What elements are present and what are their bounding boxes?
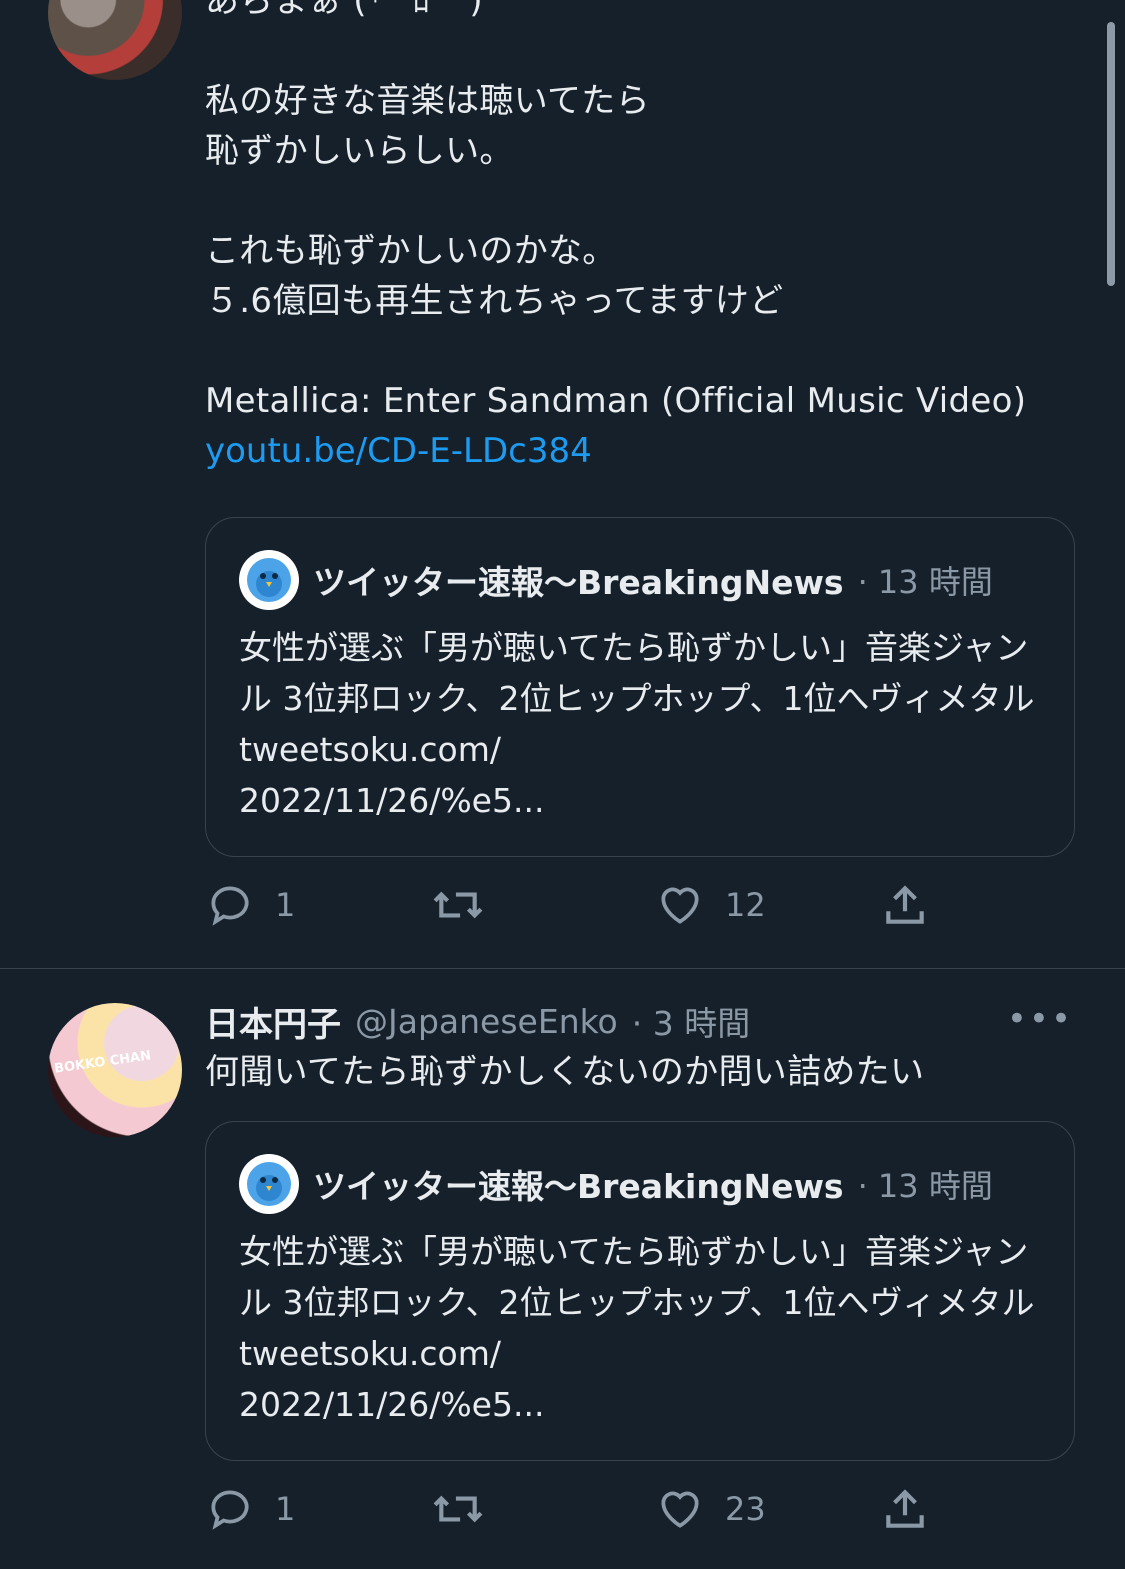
tweet-actions: 1 12 xyxy=(205,875,965,935)
quoted-author-name: ツイッター速報〜BreakingNews xyxy=(313,563,844,602)
reply-button[interactable]: 1 xyxy=(205,875,430,935)
quoted-author-name: ツイッター速報〜BreakingNews xyxy=(313,1167,844,1206)
retweet-icon xyxy=(433,1495,483,1523)
tweet-header: 日本円子 @JapaneseEnko · 3 時間 xyxy=(205,997,1075,1046)
avatar[interactable] xyxy=(48,0,182,80)
share-icon xyxy=(886,885,924,924)
retweet-button[interactable] xyxy=(430,1479,655,1539)
tweet-time: · 3 時間 xyxy=(631,1004,751,1043)
share-button[interactable] xyxy=(880,875,940,935)
tweet-text: あらまぁ (*´ ﾛ ` ) 私の好きな音楽は聴いてたら 恥ずかしいらしい。 こ… xyxy=(205,0,1027,421)
retweet-button[interactable] xyxy=(430,875,655,935)
reply-icon xyxy=(211,886,249,926)
bird-icon xyxy=(239,550,299,610)
tweet-text: 何聞いてたら恥ずかしくないのか問い詰めたい xyxy=(205,1052,925,1092)
author-name[interactable]: 日本円子 xyxy=(205,997,341,1046)
retweet-icon xyxy=(433,891,483,919)
scrollbar[interactable] xyxy=(1107,22,1115,286)
quoted-tweet[interactable]: ツイッター速報〜BreakingNews · 13 時間 女性が選ぶ「男が聴いて… xyxy=(205,517,1075,857)
like-icon xyxy=(661,887,699,924)
share-button[interactable] xyxy=(880,1479,940,1539)
quoted-time: · 13 時間 xyxy=(857,1167,993,1205)
tweet-actions: 1 23 xyxy=(205,1479,965,1539)
more-icon[interactable]: ••• xyxy=(1007,999,1073,1039)
like-count: 12 xyxy=(725,886,766,924)
like-button[interactable]: 23 xyxy=(655,1479,880,1539)
quoted-time: · 13 時間 xyxy=(857,563,993,601)
tweet-link[interactable]: youtu.be/CD-E-LDc384 xyxy=(205,426,1075,476)
author-handle[interactable]: @JapaneseEnko xyxy=(355,1002,618,1041)
tweet-body: あらまぁ (*´ ﾛ ` ) 私の好きな音楽は聴いてたら 恥ずかしいらしい。 こ… xyxy=(205,0,1075,476)
avatar[interactable]: BOKKO CHAN xyxy=(48,1003,182,1137)
tweet-body: 何聞いてたら恥ずかしくないのか問い詰めたい xyxy=(205,1047,1075,1097)
like-button[interactable]: 12 xyxy=(655,875,880,935)
quoted-tweet[interactable]: ツイッター速報〜BreakingNews · 13 時間 女性が選ぶ「男が聴いて… xyxy=(205,1121,1075,1461)
tweet-1[interactable]: あらまぁ (*´ ﾛ ` ) 私の好きな音楽は聴いてたら 恥ずかしいらしい。 こ… xyxy=(0,0,1125,968)
quoted-tweet-header: ツイッター速報〜BreakingNews · 13 時間 xyxy=(239,1154,993,1214)
avatar-text: BOKKO CHAN xyxy=(53,1048,152,1077)
like-icon xyxy=(661,1491,699,1528)
reply-count: 1 xyxy=(275,886,296,924)
bird-icon xyxy=(239,1154,299,1214)
quoted-tweet-header: ツイッター速報〜BreakingNews · 13 時間 xyxy=(239,550,993,610)
share-icon xyxy=(886,1489,924,1528)
tweet-2[interactable]: BOKKO CHAN 日本円子 @JapaneseEnko · 3 時間 •••… xyxy=(0,969,1125,1569)
quoted-text: 女性が選ぶ「男が聴いてたら恥ずかしい」音楽ジャンル 3位邦ロック、2位ヒップホッ… xyxy=(239,628,1035,820)
reply-count: 1 xyxy=(275,1490,296,1528)
quoted-text: 女性が選ぶ「男が聴いてたら恥ずかしい」音楽ジャンル 3位邦ロック、2位ヒップホッ… xyxy=(239,1232,1035,1424)
reply-button[interactable]: 1 xyxy=(205,1479,430,1539)
reply-icon xyxy=(211,1490,249,1530)
like-count: 23 xyxy=(725,1490,766,1528)
